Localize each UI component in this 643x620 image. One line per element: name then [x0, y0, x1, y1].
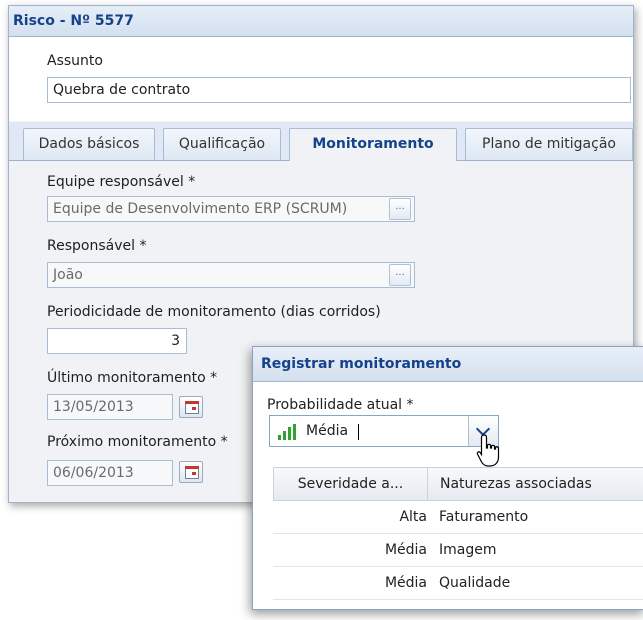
team-field[interactable]: Equipe de Desenvolvimento ERP (SCRUM)	[47, 196, 415, 222]
tab-qualificacao[interactable]: Qualificação	[163, 128, 281, 160]
last-monitoring-label: Último monitoramento *	[47, 370, 218, 386]
next-monitoring-calendar-button[interactable]	[179, 461, 203, 483]
hand-cursor-icon	[476, 434, 500, 467]
tab-plano-de-mitigacao[interactable]: Plano de mitigação	[465, 128, 633, 160]
severity-cell: Média	[384, 575, 427, 591]
subject-section: Assunto Quebra de contrato	[9, 37, 633, 121]
column-header-severity[interactable]: Severidade a...	[274, 468, 428, 500]
table-row[interactable]: Média Imagem	[273, 534, 643, 567]
tab-strip: Dados básicos Qualificação Monitoramento…	[9, 122, 633, 161]
register-monitoring-dialog: Registrar monitoramento Probabilidade at…	[252, 346, 643, 610]
severity-cell: Alta	[399, 509, 427, 525]
probability-select[interactable]: Média	[269, 415, 499, 447]
nature-cell: Qualidade	[439, 575, 511, 591]
table-row[interactable]: Alta Faturamento	[273, 501, 643, 534]
dialog-title: Registrar monitoramento	[253, 347, 643, 382]
tab-monitoramento[interactable]: Monitoramento	[289, 128, 457, 161]
owner-field[interactable]: João	[47, 262, 415, 288]
table-row[interactable]: Média Qualidade	[273, 567, 643, 600]
next-monitoring-field[interactable]: 06/06/2013	[47, 460, 173, 486]
probability-value: Média	[306, 423, 349, 439]
owner-label: Responsável *	[47, 238, 147, 254]
owner-value: João	[53, 267, 83, 283]
periodicity-label: Periodicidade de monitoramento (dias cor…	[47, 304, 381, 320]
subject-field[interactable]: Quebra de contrato	[47, 77, 631, 103]
text-caret	[358, 424, 359, 440]
tab-dados-basicos[interactable]: Dados básicos	[23, 128, 155, 160]
team-label: Equipe responsável *	[47, 174, 196, 190]
window-title: Risco - Nº 5577	[9, 6, 633, 37]
signal-bars-icon	[278, 424, 300, 440]
periodicity-field[interactable]: 3	[47, 328, 187, 354]
team-value: Equipe de Desenvolvimento ERP (SCRUM)	[53, 201, 348, 217]
subject-label: Assunto	[47, 53, 103, 69]
team-lookup-button[interactable]: ...	[389, 198, 411, 220]
nature-cell: Faturamento	[439, 509, 529, 525]
last-monitoring-calendar-button[interactable]	[179, 396, 203, 418]
probability-label: Probabilidade atual *	[267, 397, 414, 413]
grid-header: Severidade a... Naturezas associadas	[273, 467, 643, 501]
nature-cell: Imagem	[439, 542, 497, 558]
last-monitoring-field[interactable]: 13/05/2013	[47, 394, 173, 420]
column-header-natures[interactable]: Naturezas associadas	[440, 468, 592, 500]
severity-cell: Média	[384, 542, 427, 558]
owner-lookup-button[interactable]: ...	[389, 264, 411, 286]
next-monitoring-label: Próximo monitoramento *	[47, 434, 228, 450]
